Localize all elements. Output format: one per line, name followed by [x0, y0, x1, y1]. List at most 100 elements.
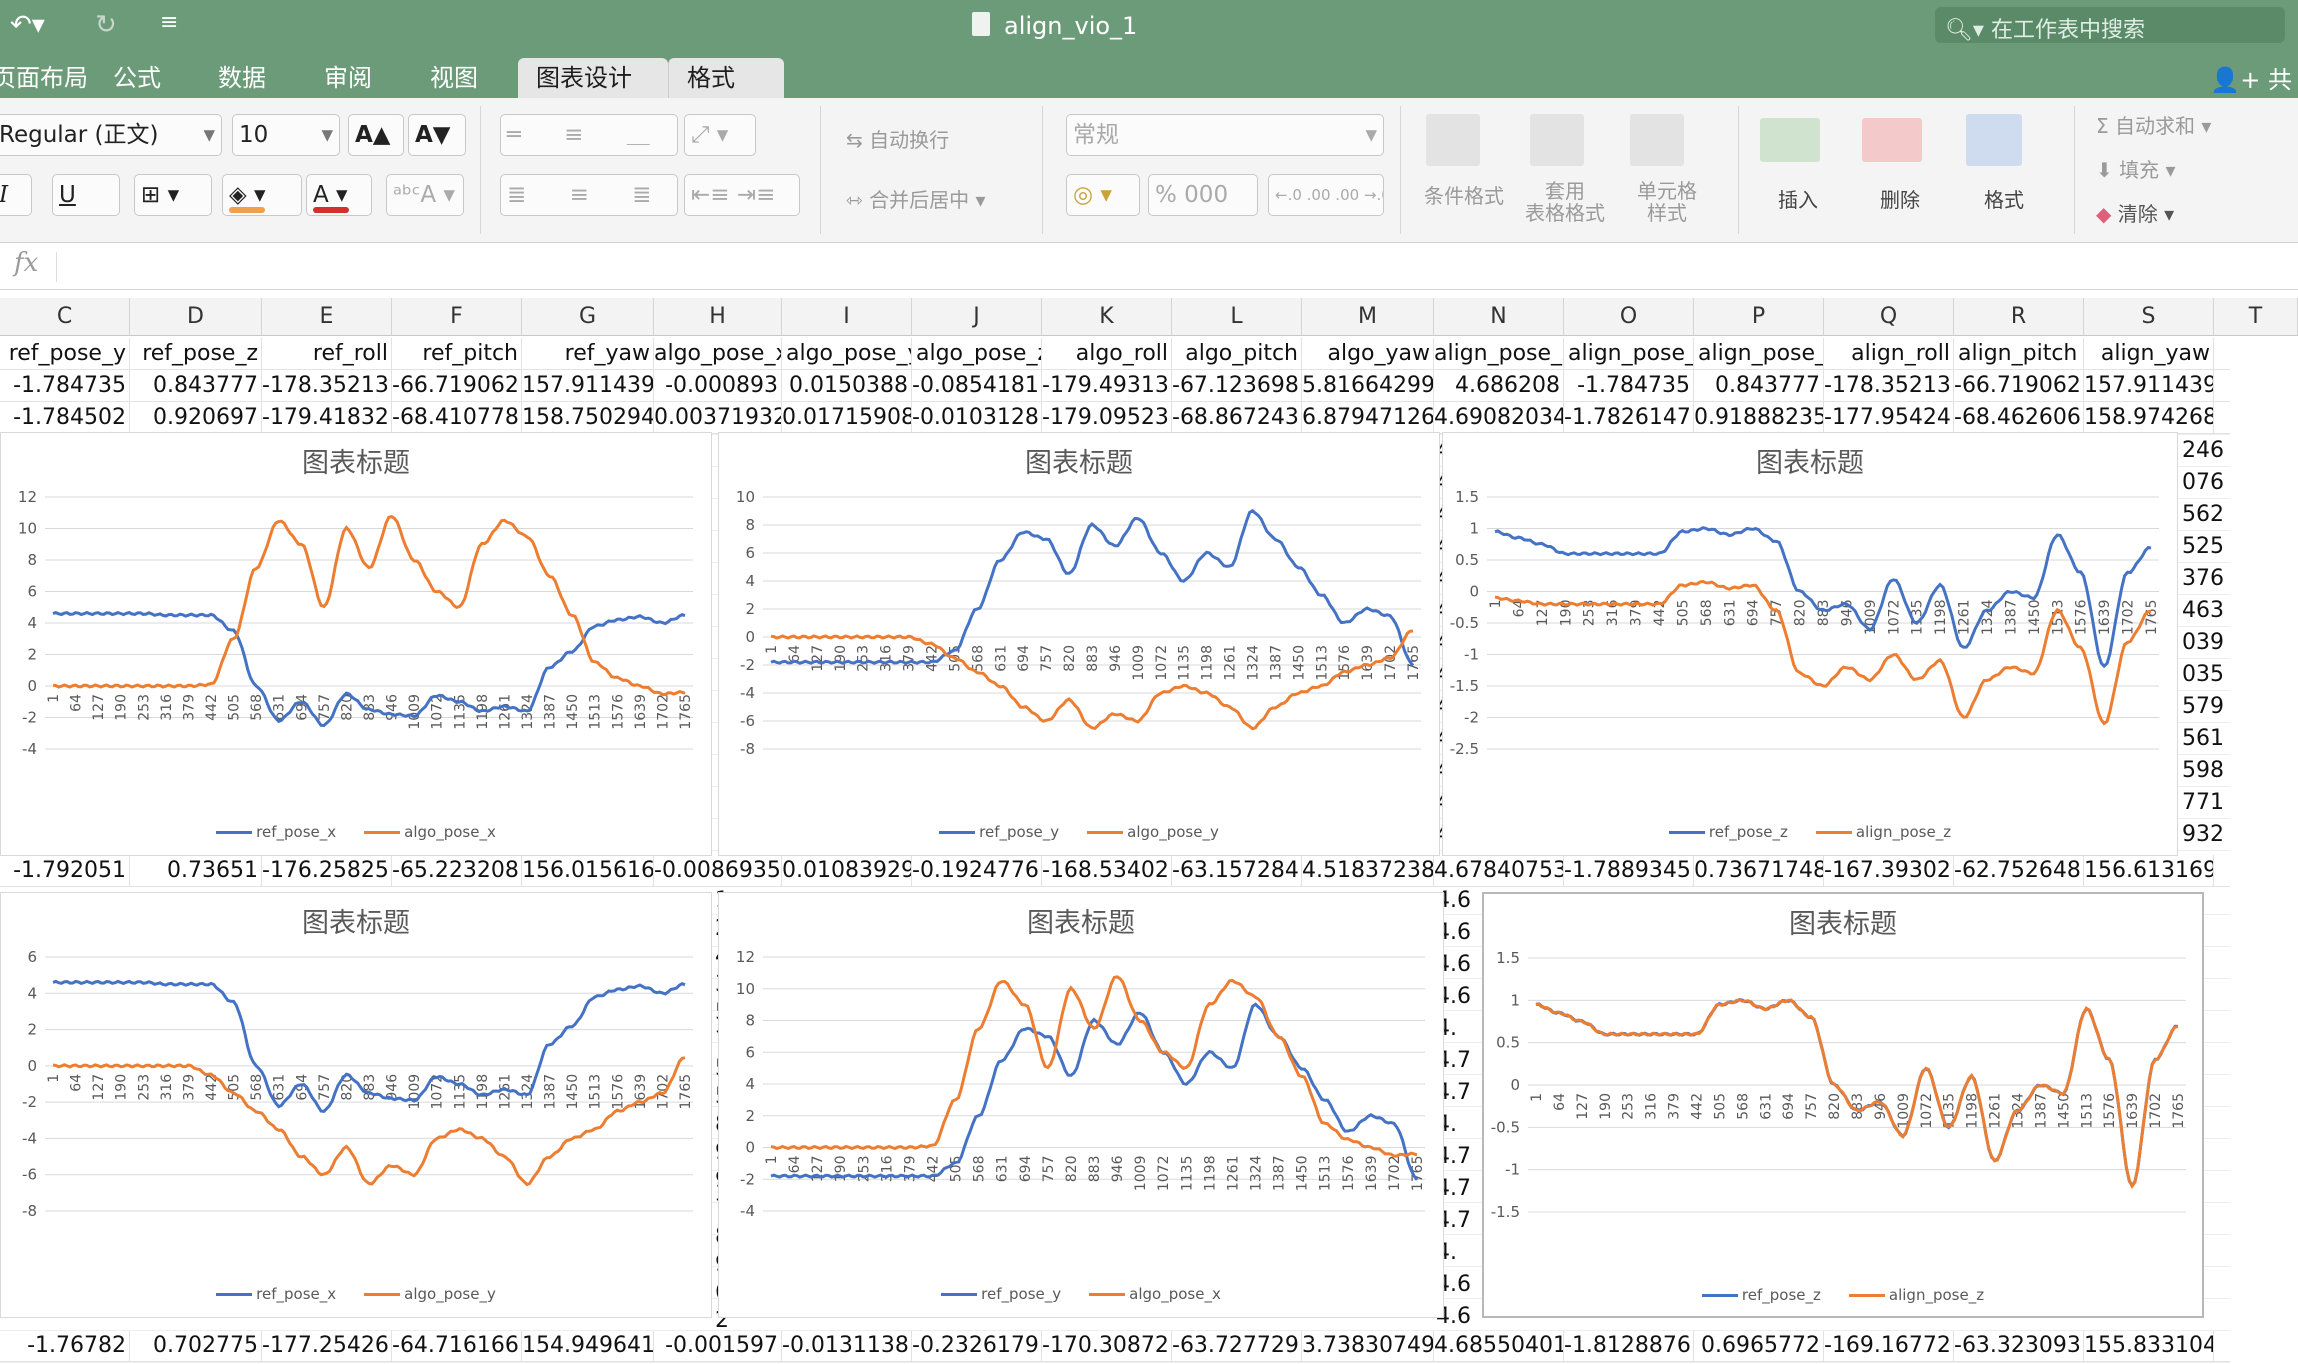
- cell[interactable]: -68.462606: [1954, 402, 2084, 434]
- cell[interactable]: -63.727729: [1172, 1330, 1302, 1362]
- column-header-P[interactable]: P: [1694, 298, 1824, 336]
- column-header-J[interactable]: J: [912, 298, 1042, 336]
- cell[interactable]: 4.67840753: [1434, 855, 1564, 887]
- format-button[interactable]: 格式: [1956, 184, 2052, 213]
- grow-font-button[interactable]: A▲: [348, 114, 404, 156]
- cell[interactable]: 157.911439: [2084, 370, 2214, 402]
- chart-legend[interactable]: ref_pose_x algo_pose_y: [1, 1285, 711, 1303]
- column-header-K[interactable]: K: [1042, 298, 1172, 336]
- cell[interactable]: align_pose_x: [1434, 338, 1564, 370]
- column-header-F[interactable]: F: [392, 298, 522, 336]
- worksheet-grid[interactable]: C D E F G H I J K L M N O P Q R S Tref_pose_y ref_pose_z re…: [0, 298, 2298, 1364]
- cell[interactable]: -0.000893: [654, 370, 782, 402]
- search-input[interactable]: 🔍︎▾ 在工作表中搜索: [1935, 7, 2285, 43]
- cell[interactable]: -62.752648: [1954, 855, 2084, 887]
- cell[interactable]: -177.95424: [1824, 402, 1954, 434]
- cell[interactable]: algo_yaw: [1302, 338, 1434, 370]
- cell[interactable]: algo_pose_x: [654, 338, 782, 370]
- legend-entry[interactable]: align_pose_z: [1815, 823, 1951, 841]
- legend-entry[interactable]: ref_pose_x: [216, 823, 336, 841]
- chart-legend[interactable]: ref_pose_z align_pose_z: [1443, 823, 2177, 841]
- cell[interactable]: 0.00371932: [654, 402, 782, 434]
- insert-button[interactable]: 插入: [1750, 184, 1846, 213]
- column-header-G[interactable]: G: [522, 298, 654, 336]
- cell-fragment[interactable]: 246: [2180, 438, 2224, 463]
- series-line-algo_pose_x[interactable]: [52, 514, 686, 696]
- underline-button[interactable]: U: [52, 174, 120, 216]
- legend-entry[interactable]: algo_pose_y: [1087, 823, 1219, 841]
- cell[interactable]: ref_roll: [262, 338, 392, 370]
- cell-style-button[interactable]: 单元格 样式: [1612, 180, 1722, 224]
- decimal-group[interactable]: ←.0 .00 .00 →.0: [1268, 174, 1384, 216]
- cell[interactable]: -179.09523: [1042, 402, 1172, 434]
- cell[interactable]: 0.920697: [130, 402, 262, 434]
- series-line-algo_pose_x[interactable]: [770, 975, 1418, 1158]
- cell[interactable]: -67.123698: [1172, 370, 1302, 402]
- autosum-button[interactable]: Σ 自动求和 ▾: [2096, 110, 2211, 139]
- wrap-text-button[interactable]: ⇆ 自动换行: [846, 124, 949, 153]
- legend-entry[interactable]: ref_pose_z: [1668, 823, 1788, 841]
- cell[interactable]: -179.41832: [262, 402, 392, 434]
- cell[interactable]: -179.49313: [1042, 370, 1172, 402]
- tab-format[interactable]: 格式: [668, 58, 784, 98]
- cell[interactable]: -0.2326179: [912, 1330, 1042, 1362]
- cell[interactable]: -178.35213: [262, 370, 392, 402]
- series-line-ref_pose_y[interactable]: [770, 1002, 1419, 1181]
- cell[interactable]: algo_pitch: [1172, 338, 1302, 370]
- cell[interactable]: 0.843777: [1694, 370, 1824, 402]
- legend-entry[interactable]: algo_pose_x: [1089, 1285, 1221, 1303]
- number-format-select[interactable]: 常规 ▾: [1066, 114, 1384, 156]
- chart-1[interactable]: 图表标题 -4 -2 0 2 4 6 8 10 12 1 64 127 190 253 316 379 442 50…: [0, 432, 712, 856]
- cell[interactable]: align_pose_z: [1694, 338, 1824, 370]
- chart-4[interactable]: 图表标题 -8 -6 -4 -2 0 2 4 6 1 64 127 190 253 316 379 442 505…: [0, 892, 712, 1318]
- column-header-Q[interactable]: Q: [1824, 298, 1954, 336]
- cell[interactable]: ref_pitch: [392, 338, 522, 370]
- chart-legend[interactable]: ref_pose_z align_pose_z: [1484, 1286, 2202, 1304]
- cell[interactable]: algo_pose_z: [912, 338, 1042, 370]
- cell-fragment[interactable]: 035: [2180, 662, 2224, 687]
- cell[interactable]: -1.8128876: [1564, 1330, 1694, 1362]
- cell[interactable]: align_pitch: [1954, 338, 2084, 370]
- cell[interactable]: 0.843777: [130, 370, 262, 402]
- cell[interactable]: -64.716166: [392, 1330, 522, 1362]
- cell[interactable]: 0.0150388: [782, 370, 912, 402]
- chart-legend[interactable]: ref_pose_y algo_pose_x: [719, 1285, 1443, 1303]
- cell-fragment[interactable]: 932: [2180, 822, 2224, 847]
- clear-button[interactable]: ◆ 清除 ▾: [2096, 198, 2174, 227]
- tab-view[interactable]: 视图: [412, 58, 496, 98]
- cell-fragment[interactable]: 579: [2180, 694, 2224, 719]
- percent-thousands-group[interactable]: % 000: [1148, 174, 1258, 216]
- cell[interactable]: align_yaw: [2084, 338, 2214, 370]
- cell[interactable]: -68.867243: [1172, 402, 1302, 434]
- chart-3[interactable]: 图表标题 -2.5 -2 -1.5 -1 -0.5 0 0.5 1 1.5 1 64 127 190 253…: [1442, 432, 2178, 856]
- cell[interactable]: 4.686208: [1434, 370, 1564, 402]
- series-line-ref_pose_y[interactable]: [770, 508, 1415, 667]
- conditional-format-button[interactable]: 条件格式: [1416, 180, 1512, 209]
- cell[interactable]: align_roll: [1824, 338, 1954, 370]
- redo-icon[interactable]: ↻: [95, 10, 117, 40]
- legend-entry[interactable]: algo_pose_x: [364, 823, 496, 841]
- cell-fragment[interactable]: 771: [2180, 790, 2224, 815]
- cell[interactable]: -177.25426: [262, 1330, 392, 1362]
- tab-review[interactable]: 审阅: [306, 58, 390, 98]
- cell[interactable]: -1.7826147: [1564, 402, 1694, 434]
- cell[interactable]: 4.68550401: [1434, 1330, 1564, 1362]
- cell[interactable]: 155.833104: [2084, 1330, 2214, 1362]
- cell[interactable]: -168.53402: [1042, 855, 1172, 887]
- column-header-I[interactable]: I: [782, 298, 912, 336]
- cell-fragment[interactable]: 039: [2180, 630, 2224, 655]
- cell[interactable]: -0.1924776: [912, 855, 1042, 887]
- indent-group[interactable]: ⇤≡ ⇥≡: [684, 174, 800, 216]
- horizontal-align-group[interactable]: ≣ ≡ ≣: [500, 174, 678, 216]
- cell[interactable]: -0.0086935: [654, 855, 782, 887]
- cell[interactable]: 0.91888235: [1694, 402, 1824, 434]
- cell[interactable]: 4.51837238: [1302, 855, 1434, 887]
- cell[interactable]: 0.73671748: [1694, 855, 1824, 887]
- merge-center-button[interactable]: ⇿ 合并后居中 ▾: [846, 184, 986, 213]
- cell[interactable]: 157.911439: [522, 370, 654, 402]
- column-header-O[interactable]: O: [1564, 298, 1694, 336]
- cell[interactable]: 6.87947126: [1302, 402, 1434, 434]
- cell[interactable]: 154.949641: [522, 1330, 654, 1362]
- cell[interactable]: -1.784735: [1564, 370, 1694, 402]
- series-line-ref_pose_z[interactable]: [1535, 997, 2179, 1189]
